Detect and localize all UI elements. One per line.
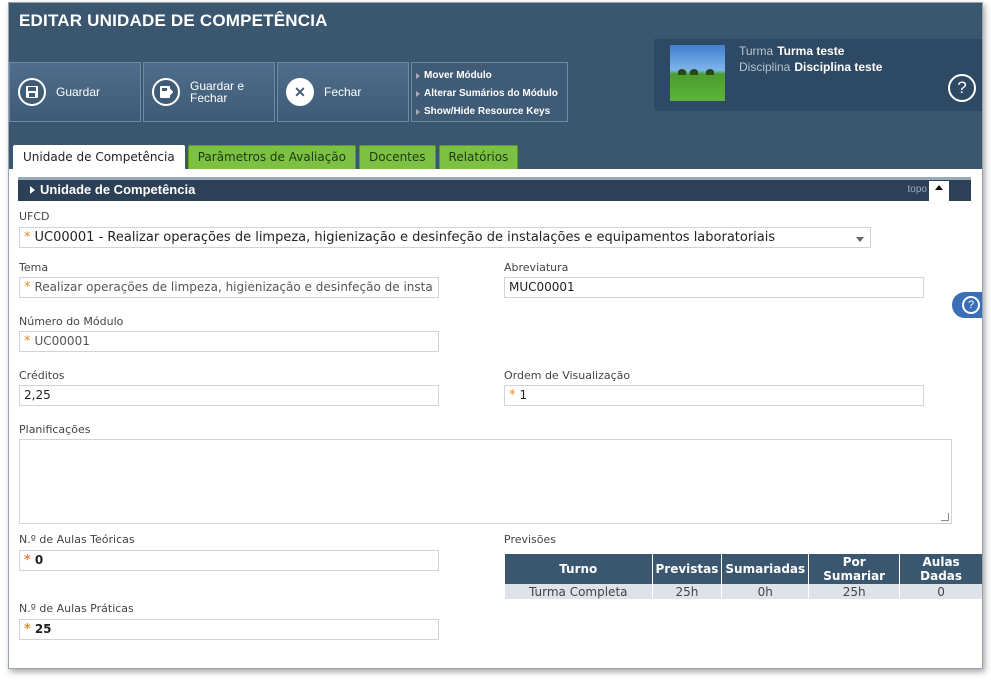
- required-marker: *: [24, 230, 31, 245]
- column-header: Turno: [505, 554, 653, 584]
- help-icon: ?: [962, 296, 980, 314]
- column-header: Por Sumariar: [808, 554, 901, 584]
- ordem-field[interactable]: * 1: [504, 385, 924, 406]
- aulas-praticas-value: 25: [34, 622, 52, 636]
- column-header: Previstas: [652, 554, 723, 584]
- required-marker: *: [24, 280, 31, 295]
- close-label: Fechar: [324, 85, 362, 99]
- planificacoes-label: Planificações: [19, 423, 91, 436]
- expand-arrow-icon: [30, 186, 35, 194]
- more-actions-menu: Mover Módulo Alterar Sumários do Módulo …: [411, 62, 568, 122]
- numero-modulo-field[interactable]: * UC00001: [19, 331, 439, 352]
- tab-unidade-competencia[interactable]: Unidade de Competência: [13, 145, 185, 169]
- creditos-label: Créditos: [19, 369, 65, 382]
- required-marker: *: [24, 334, 31, 349]
- column-header: Aulas Dadas: [899, 554, 982, 584]
- window-title: EDITAR UNIDADE DE COMPETÊNCIA: [9, 3, 982, 39]
- turma-value: Turma teste: [777, 44, 845, 58]
- toolbar: Guardar Guardar e Fechar ✕ Fechar Mover …: [9, 62, 568, 122]
- context-thumbnail: [670, 45, 725, 101]
- abreviatura-field[interactable]: MUC00001: [504, 277, 924, 298]
- tema-label: Tema: [19, 261, 49, 274]
- close-icon: ✕: [286, 78, 314, 106]
- tab-docentes[interactable]: Docentes: [359, 145, 436, 169]
- section-title: Unidade de Competência: [40, 182, 196, 197]
- tab-parametros-avaliacao[interactable]: Parâmetros de Avaliação: [187, 145, 357, 169]
- back-to-top-icon[interactable]: [929, 181, 949, 201]
- save-label: Guardar: [56, 85, 101, 99]
- ordem-value: 1: [519, 388, 528, 402]
- close-button[interactable]: ✕ Fechar: [277, 62, 409, 122]
- aulas-teoricas-value: 0: [34, 553, 44, 567]
- table-cell: 25h: [652, 584, 723, 599]
- previsoes-label: Previsões: [504, 533, 557, 546]
- aulas-praticas-label: N.º de Aulas Práticas: [19, 602, 134, 615]
- disciplina-label: Disciplina: [739, 60, 791, 74]
- table-cell: 25h: [808, 584, 901, 599]
- abreviatura-label: Abreviatura: [504, 261, 569, 274]
- context-info: Turma Turma teste Disciplina Disciplina te…: [739, 43, 882, 75]
- creditos-field[interactable]: 2,25: [19, 385, 439, 406]
- save-icon: [18, 78, 46, 106]
- aulas-praticas-field[interactable]: * 25: [19, 619, 439, 640]
- tema-value: Realizar operações de limpeza, higieniza…: [34, 280, 433, 294]
- resize-grip-icon[interactable]: [941, 513, 949, 521]
- save-close-label: Guardar e Fechar: [190, 79, 245, 105]
- planificacoes-textarea[interactable]: [19, 439, 952, 524]
- save-and-close-button[interactable]: Guardar e Fechar: [143, 62, 275, 122]
- tema-field[interactable]: * Realizar operações de limpeza, higieniz…: [19, 277, 439, 298]
- table-cell: 0: [899, 584, 982, 599]
- menu-item-show-hide-keys[interactable]: Show/Hide Resource Keys: [416, 103, 561, 121]
- table-cell: Turma Completa: [505, 584, 653, 599]
- side-help-tab[interactable]: ?: [950, 290, 982, 320]
- tree-icon: [690, 69, 698, 75]
- required-marker: *: [24, 622, 31, 637]
- header: Guardar Guardar e Fechar ✕ Fechar Mover …: [9, 39, 982, 169]
- edit-window: EDITAR UNIDADE DE COMPETÊNCIA Guardar Gu…: [8, 2, 983, 669]
- aulas-teoricas-field[interactable]: * 0: [19, 550, 439, 571]
- table-cell: 0h: [721, 584, 810, 599]
- menu-item-alterar-sumarios[interactable]: Alterar Sumários do Módulo: [416, 85, 561, 103]
- save-close-icon: [152, 78, 180, 106]
- aulas-teoricas-label: N.º de Aulas Teóricas: [19, 533, 135, 546]
- save-button[interactable]: Guardar: [9, 62, 141, 122]
- column-header: Sumariadas: [721, 554, 810, 584]
- tree-icon: [678, 69, 686, 75]
- required-marker: *: [509, 388, 516, 403]
- back-to-top-link[interactable]: topo: [908, 184, 927, 195]
- context-panel: Turma Turma teste Disciplina Disciplina te…: [654, 39, 982, 111]
- required-marker: *: [24, 553, 31, 568]
- turma-label: Turma: [739, 44, 774, 58]
- numero-modulo-label: Número do Módulo: [19, 315, 124, 328]
- table-row: Turma Completa 25h 0h 25h 0: [505, 584, 982, 599]
- ufcd-select[interactable]: * UC00001 - Realizar operações de limpeza…: [19, 227, 871, 248]
- tree-icon: [706, 69, 714, 75]
- numero-modulo-value: UC00001: [34, 334, 90, 348]
- ordem-label: Ordem de Visualização: [504, 369, 631, 382]
- section-header[interactable]: Unidade de Competência topo: [18, 177, 971, 201]
- previsoes-table: Turno Previstas Sumariadas Por Sumariar …: [505, 554, 982, 599]
- help-button[interactable]: ?: [948, 74, 976, 102]
- ufcd-value: UC00001 - Realizar operações de limpeza,…: [34, 230, 776, 245]
- menu-item-mover-modulo[interactable]: Mover Módulo: [416, 67, 561, 85]
- ufcd-label: UFCD: [19, 210, 50, 223]
- tab-bar: Unidade de Competência Parâmetros de Ava…: [13, 145, 521, 169]
- disciplina-value: Disciplina teste: [794, 60, 883, 74]
- tab-relatorios[interactable]: Relatórios: [438, 145, 519, 169]
- chevron-down-icon: [856, 237, 864, 242]
